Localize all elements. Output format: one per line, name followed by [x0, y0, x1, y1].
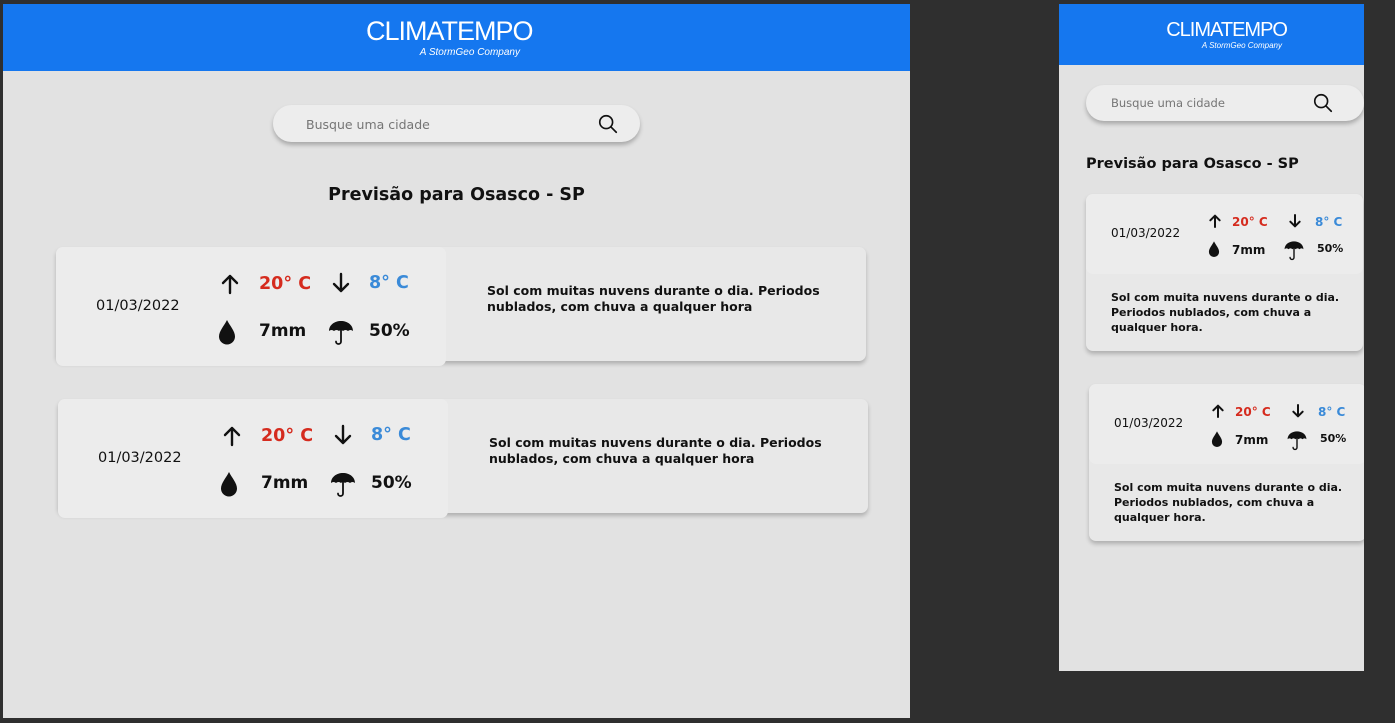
arrow-down-icon — [334, 424, 352, 445]
water-drop-icon — [1208, 241, 1220, 257]
forecast-date: 01/03/2022 — [1114, 416, 1184, 430]
min-temperature: 8° C — [371, 425, 411, 445]
forecast-card: 01/03/2022 20° C 8° C 7mm 50% Sol com mu… — [1086, 194, 1363, 351]
arrow-up-icon — [221, 274, 239, 295]
arrow-up-icon — [1212, 404, 1224, 418]
climatempo-logo[interactable]: CLIMATEMPO A StormGeo Company — [1165, 19, 1288, 50]
forecast-date: 01/03/2022 — [98, 450, 182, 466]
header: CLIMATEMPO A StormGeo Company — [1059, 4, 1364, 65]
max-temperature: 20° C — [1235, 405, 1271, 419]
forecast-info-panel: 01/03/2022 20° C 8° C 7mm 50% — [58, 399, 448, 518]
forecast-description: Sol com muitas nuvens durante o dia. Per… — [487, 283, 820, 315]
rain-amount: 7mm — [259, 321, 307, 341]
water-drop-icon — [221, 472, 237, 497]
climatempo-logo[interactable]: CLIMATEMPO A StormGeo Company — [366, 16, 534, 58]
logo-brand: CLIMATEMPO — [1166, 19, 1288, 41]
water-drop-icon — [219, 320, 235, 345]
rain-probability: 50% — [371, 473, 412, 493]
forecast-description: Sol com muita nuvens durante o dia. Peri… — [1111, 291, 1340, 334]
desktop-frame: CLIMATEMPO A StormGeo Company Previsão p… — [3, 4, 910, 718]
umbrella-icon — [1284, 241, 1304, 261]
water-drop-icon — [1211, 431, 1223, 447]
rain-probability: 50% — [1317, 242, 1344, 255]
page-title: Previsão para Osasco - SP — [328, 185, 585, 205]
forecast-info-panel: 01/03/2022 20° C 8° C 7mm 50% — [1089, 384, 1364, 464]
umbrella-icon — [329, 321, 353, 345]
max-temperature: 20° C — [259, 274, 312, 294]
mobile-frame: CLIMATEMPO A StormGeo Company Previsão p… — [1059, 4, 1364, 671]
min-temperature: 8° C — [1318, 405, 1346, 419]
arrow-down-icon — [1289, 214, 1301, 228]
forecast-date: 01/03/2022 — [1111, 226, 1181, 240]
arrow-up-icon — [1209, 214, 1221, 228]
logo-brand: CLIMATEMPO — [366, 16, 534, 46]
umbrella-icon — [1287, 431, 1307, 451]
rain-amount: 7mm — [1232, 243, 1266, 257]
forecast-info-panel: 01/03/2022 20° C 8° C 7mm 50% — [56, 247, 446, 366]
search-icon[interactable] — [597, 113, 619, 135]
rain-probability: 50% — [1320, 432, 1347, 445]
forecast-date: 01/03/2022 — [96, 298, 180, 314]
arrow-down-icon — [332, 272, 350, 293]
arrow-down-icon — [1292, 404, 1304, 418]
forecast-description: Sol com muita nuvens durante o dia. Peri… — [1114, 481, 1343, 524]
max-temperature: 20° C — [261, 426, 314, 446]
forecast-info-panel: 01/03/2022 20° C 8° C 7mm 50% — [1086, 194, 1363, 274]
forecast-card: 01/03/2022 20° C 8° C 7mm 50% Sol com mu… — [56, 247, 866, 366]
search-input[interactable] — [1111, 95, 1311, 111]
forecast-card: 01/03/2022 20° C 8° C 7mm 50% Sol com mu… — [1089, 384, 1364, 541]
forecast-description: Sol com muitas nuvens durante o dia. Per… — [489, 435, 822, 467]
umbrella-icon — [331, 473, 355, 497]
arrow-up-icon — [223, 426, 241, 447]
search-bar — [1086, 85, 1364, 121]
header: CLIMATEMPO A StormGeo Company — [3, 4, 910, 71]
logo-tagline: A StormGeo Company — [1201, 41, 1282, 50]
search-bar — [273, 105, 640, 142]
logo-tagline: A StormGeo Company — [419, 47, 520, 58]
min-temperature: 8° C — [1315, 215, 1343, 229]
search-icon[interactable] — [1312, 92, 1334, 114]
max-temperature: 20° C — [1232, 215, 1268, 229]
page-title: Previsão para Osasco - SP — [1086, 156, 1299, 172]
rain-amount: 7mm — [1235, 433, 1269, 447]
rain-probability: 50% — [369, 321, 410, 341]
rain-amount: 7mm — [261, 473, 309, 493]
forecast-card: 01/03/2022 20° C 8° C 7mm 50% Sol com mu… — [58, 399, 868, 518]
min-temperature: 8° C — [369, 273, 409, 293]
search-input[interactable] — [306, 115, 586, 133]
